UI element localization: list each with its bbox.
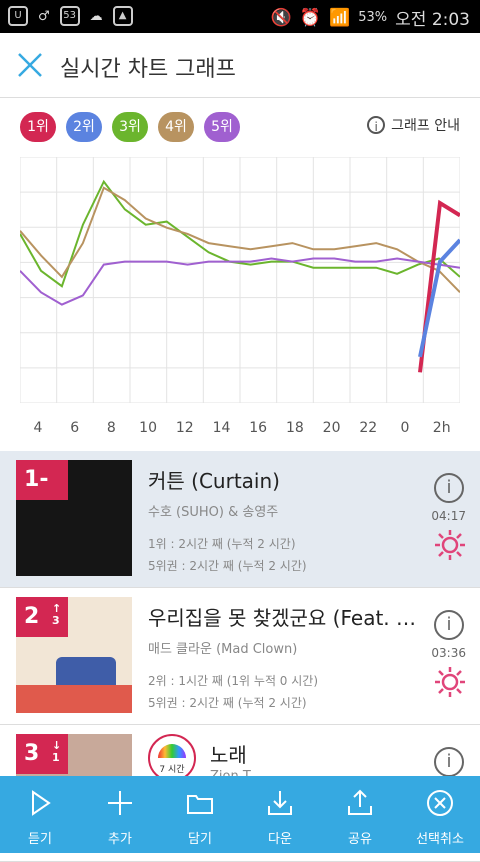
rank-1-button[interactable]: 1위	[20, 112, 56, 142]
song-title: 우리집을 못 찾겠군요 (Feat. 볼빨간…	[148, 606, 420, 630]
rank-stat: 2위 : 1시간 째 (1위 누적 0 시간)	[148, 674, 319, 688]
album-art: 1-	[16, 460, 132, 576]
rank-3-button[interactable]: 3위	[112, 112, 148, 142]
download-button[interactable]: 다운	[240, 776, 320, 853]
wifi-icon: 📶	[329, 7, 351, 28]
rank-filter: 1위 2위 3위 4위 5위	[20, 112, 240, 142]
series-line	[418, 199, 460, 373]
x-tick-label: 6	[70, 420, 80, 436]
info-icon[interactable]: i	[434, 610, 464, 640]
rank-5-button[interactable]: 5위	[204, 112, 240, 142]
x-tick-label: 18	[285, 420, 304, 436]
info-icon[interactable]: i	[434, 747, 464, 777]
deselect-button[interactable]: 선택취소	[400, 776, 480, 853]
save-button[interactable]: 담기	[160, 776, 240, 853]
album-art: 2 ↑ 3	[16, 597, 132, 713]
x-tick-label: 4	[33, 420, 43, 436]
graph-guide-label: 그래프 안내	[391, 118, 460, 134]
rank-stat: 1위 : 2시간 째 (누적 2 시간)	[148, 537, 296, 551]
battery-text: 53%	[358, 10, 388, 25]
top5-stat: 5위권 : 2시간 째 (누적 2 시간)	[148, 559, 307, 573]
top5-stat: 5위권 : 2시간 째 (누적 2 시간)	[148, 696, 307, 710]
gender-icon: ♂	[38, 8, 50, 24]
x-axis-labels: 4 6 8 10 12 14 16 18 20 22 0 2h	[20, 420, 460, 440]
badge-icon: 53	[59, 6, 80, 26]
x-tick-label: 20	[322, 420, 341, 436]
rank-badge: 1-	[16, 460, 68, 500]
song-duration: 03:36	[431, 646, 466, 660]
x-tick-label: 22	[359, 420, 378, 436]
add-button[interactable]: 추가	[80, 776, 160, 853]
image-icon: ▲	[112, 6, 133, 26]
page-title: 실시간 차트 그래프	[60, 57, 236, 82]
plus-icon	[108, 791, 132, 815]
share-label: 공유	[348, 832, 372, 847]
add-label: 추가	[108, 832, 132, 847]
play-button[interactable]: 듣기	[0, 776, 80, 853]
x-tick-label: 14	[212, 420, 231, 436]
info-icon: i	[367, 116, 386, 134]
hours-badge: 7 시간	[148, 734, 196, 782]
app-notification-icon: U	[8, 6, 28, 26]
download-label: 다운	[268, 832, 292, 847]
header: 실시간 차트 그래프	[0, 33, 480, 98]
clock: 오전 2:03	[395, 10, 470, 30]
folder-icon	[187, 795, 213, 814]
sun-icon[interactable]	[434, 666, 466, 698]
status-bar: U ♂ 53 ☁ ▲ 🔇 ⏰ 📶 53% 오전 2:03	[0, 0, 480, 33]
x-tick-label: 12	[175, 420, 194, 436]
alarm-icon: ⏰	[299, 7, 322, 28]
song-row[interactable]: 1- 커튼 (Curtain) 수호 (SUHO) & 송영주 1위 : 2시간…	[0, 451, 480, 588]
rainbow-icon	[158, 744, 186, 758]
bottom-action-bar: 듣기 추가 담기 다운 공유 선택취소	[0, 776, 480, 853]
rank-4-button[interactable]: 4위	[158, 112, 194, 142]
download-icon	[268, 791, 292, 815]
sun-icon[interactable]	[434, 529, 466, 561]
deselect-label: 선택취소	[416, 832, 464, 847]
cancel-icon	[427, 790, 453, 816]
save-label: 담기	[188, 832, 212, 847]
mute-icon: 🔇	[270, 7, 292, 28]
album-illustration	[16, 685, 132, 713]
rank-badge: 3 ↓ 1	[16, 734, 68, 774]
play-label: 듣기	[28, 832, 52, 847]
rank-2-button[interactable]: 2위	[66, 112, 102, 142]
share-icon	[348, 789, 372, 815]
x-tick-label: 2h	[432, 420, 451, 436]
info-icon[interactable]: i	[434, 473, 464, 503]
x-tick-label: 0	[400, 420, 410, 436]
realtime-chart	[20, 157, 460, 403]
song-artist: 수호 (SUHO) & 송영주	[148, 505, 279, 520]
song-artist: 매드 클라운 (Mad Clown)	[148, 642, 298, 657]
x-tick-label: 16	[249, 420, 268, 436]
cloud-icon: ☁	[89, 8, 103, 24]
x-tick-label: 8	[106, 420, 116, 436]
play-icon	[32, 790, 51, 816]
x-tick-label: 10	[139, 420, 158, 436]
rank-badge: 2 ↑ 3	[16, 597, 68, 637]
share-button[interactable]: 공유	[320, 776, 400, 853]
close-icon[interactable]	[16, 51, 44, 79]
song-duration: 04:17	[431, 509, 466, 523]
graph-guide-button[interactable]: i 그래프 안내	[367, 115, 460, 135]
song-row[interactable]: 2↑ 3 우리집을 못 찾겠군요 (Feat. 볼빨간… 매드 클라운 (Mad…	[0, 588, 480, 725]
series-line	[418, 238, 460, 358]
song-title: 커튼 (Curtain)	[148, 469, 280, 493]
